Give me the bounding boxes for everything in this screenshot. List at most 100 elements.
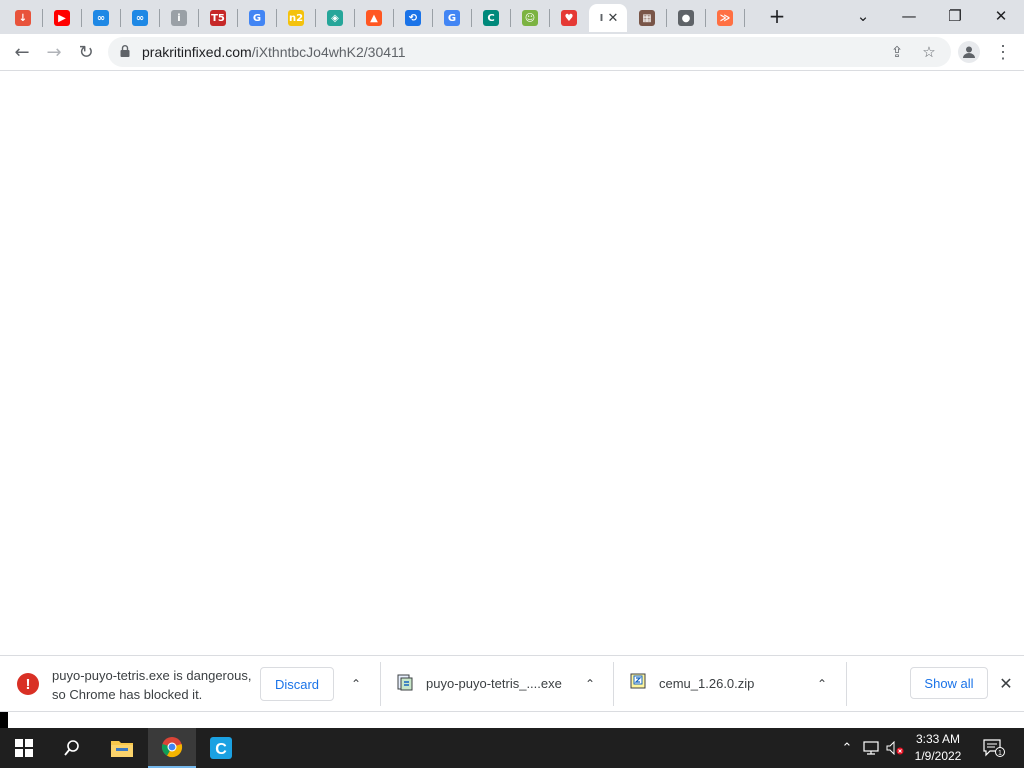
t5-icon: T5 [210, 10, 226, 26]
divider [380, 662, 381, 706]
download-1-filename[interactable]: puyo-puyo-tetris_....exe [426, 676, 562, 691]
zip-file-icon [630, 673, 646, 689]
cube-icon: ◈ [327, 10, 343, 26]
lock-icon [120, 45, 130, 57]
windows-taskbar: C ⌃ 3:33 AM 1/9/2022 1 [0, 728, 1024, 768]
forward-button[interactable]: → [40, 38, 68, 66]
network-icon[interactable] [861, 728, 881, 768]
close-download-bar-icon[interactable]: ✕ [996, 673, 1016, 693]
link-tab-1[interactable]: ∞ [82, 4, 120, 32]
warning-line-2: so Chrome has blocked it. [52, 687, 203, 702]
android-tab[interactable]: ☺ [511, 4, 549, 32]
clock-time: 3:33 AM [915, 732, 961, 746]
discard-button[interactable]: Discard [260, 667, 334, 701]
building-icon: ▦ [639, 10, 655, 26]
chevrons-icon: ≫ [717, 10, 733, 26]
tab-search-button[interactable]: ⌄ [840, 0, 886, 32]
new-tab-button[interactable]: + [754, 0, 800, 32]
download-tab[interactable]: ↓ [4, 4, 42, 32]
youtube-tab[interactable]: ▶ [43, 4, 81, 32]
globe-tab[interactable]: ● [667, 4, 705, 32]
danger-icon: ! [17, 673, 39, 695]
browser-toolbar: ← → ↻ prakritinfixed.com/iXthntbcJo4whK2… [0, 34, 1024, 71]
download-2-filename[interactable]: cemu_1.26.0.zip [659, 676, 754, 691]
n2-tab[interactable]: n2 [277, 4, 315, 32]
heart-tab[interactable]: ♥ [550, 4, 588, 32]
warning-tab[interactable]: ▲ [355, 4, 393, 32]
t5-tab[interactable]: T5 [199, 4, 237, 32]
file-explorer-button[interactable] [98, 728, 146, 768]
chrome-taskbar-button[interactable] [148, 728, 196, 768]
link-icon: ∞ [132, 10, 148, 26]
search-button[interactable] [48, 728, 96, 768]
show-all-button[interactable]: Show all [910, 667, 988, 699]
link-tab-2[interactable]: ∞ [121, 4, 159, 32]
google-tab-1[interactable]: G [238, 4, 276, 32]
restore-button[interactable]: ❐ [932, 0, 978, 32]
c-icon: C [483, 10, 499, 26]
active-tab[interactable]: I ✕ [589, 4, 627, 32]
person-icon [963, 46, 975, 58]
bookmark-star-icon[interactable]: ☆ [920, 43, 938, 61]
warning-line-1: puyo-puyo-tetris.exe is dangerous, [52, 668, 252, 683]
address-bar[interactable]: prakritinfixed.com/iXthntbcJo4whK2/30411… [108, 37, 951, 67]
start-button[interactable] [0, 728, 48, 768]
action-center-button[interactable]: 1 [980, 728, 1008, 768]
reload-button[interactable]: ↻ [72, 38, 100, 66]
clock-date: 1/9/2022 [914, 749, 962, 763]
notification-count: 1 [998, 750, 1002, 757]
profile-avatar[interactable] [958, 41, 980, 63]
minimize-button[interactable]: — [886, 0, 932, 32]
window-bottom-strip [0, 711, 1024, 729]
building-tab[interactable]: ▦ [628, 4, 666, 32]
n2-icon: n2 [288, 10, 304, 26]
url-text: prakritinfixed.com/iXthntbcJo4whK2/30411 [142, 44, 406, 60]
network-monitor-icon [863, 741, 879, 755]
page-icon: I [599, 12, 604, 24]
back-button[interactable]: ← [8, 38, 36, 66]
svg-text:C: C [215, 741, 227, 758]
download-3-chevron-up-icon[interactable]: ⌃ [812, 674, 832, 694]
info-tab[interactable]: i [160, 4, 198, 32]
divider [613, 662, 614, 706]
heart-icon: ♥ [561, 10, 577, 26]
c-app-icon: C [210, 737, 232, 759]
c-tab[interactable]: C [472, 4, 510, 32]
download-bar: ! puyo-puyo-tetris.exe is dangerous, so … [0, 655, 1024, 712]
download-warning-text: puyo-puyo-tetris.exe is dangerous, so Ch… [52, 666, 257, 704]
link-icon: ∞ [93, 10, 109, 26]
google-tab-2[interactable]: G [433, 4, 471, 32]
history-icon: ⟲ [405, 10, 421, 26]
divider [846, 662, 847, 706]
system-clock[interactable]: 3:33 AM 1/9/2022 [905, 731, 971, 765]
speaker-icon [886, 741, 904, 755]
notification-icon: 1 [983, 739, 1005, 757]
google-icon: G [249, 10, 265, 26]
warning-icon: ▲ [366, 10, 382, 26]
tab-divider [744, 9, 745, 27]
url-host: prakritinfixed.com [142, 44, 252, 60]
folder-icon [111, 741, 133, 757]
download-icon: ↓ [15, 10, 31, 26]
url-path: /iXthntbcJo4whK2/30411 [251, 44, 406, 60]
share-icon[interactable]: ⇪ [888, 43, 906, 61]
history-tab[interactable]: ⟲ [394, 4, 432, 32]
globe-icon: ● [678, 10, 694, 26]
close-window-button[interactable]: ✕ [978, 0, 1024, 32]
android-icon: ☺ [522, 10, 538, 26]
chrome-icon [161, 737, 183, 758]
download-2-chevron-up-icon[interactable]: ⌃ [580, 674, 600, 694]
search-icon [64, 740, 79, 756]
menu-icon[interactable]: ⋮ [994, 40, 1012, 64]
info-icon: i [171, 10, 187, 26]
chevrons-tab[interactable]: ≫ [706, 4, 744, 32]
cemu-taskbar-button[interactable]: C [197, 728, 245, 768]
google-icon: G [444, 10, 460, 26]
youtube-icon: ▶ [54, 10, 70, 26]
volume-muted-icon[interactable] [884, 728, 906, 768]
show-hidden-icons-button[interactable]: ⌃ [838, 728, 856, 768]
close-tab-icon[interactable]: ✕ [608, 10, 619, 26]
download-1-chevron-up-icon[interactable]: ⌃ [346, 674, 366, 694]
windows-logo-icon [15, 739, 33, 757]
cube-tab[interactable]: ◈ [316, 4, 354, 32]
